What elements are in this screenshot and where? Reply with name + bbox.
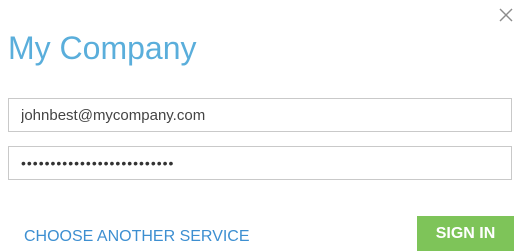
choose-another-service-link[interactable]: CHOOSE ANOTHER SERVICE xyxy=(24,227,250,247)
close-icon xyxy=(499,8,513,22)
password-field[interactable] xyxy=(8,146,512,180)
sign-in-button[interactable]: SIGN IN xyxy=(417,216,514,251)
dialog-title: My Company xyxy=(8,30,197,66)
login-dialog: My Company CHOOSE ANOTHER SERVICE SIGN I… xyxy=(0,0,525,251)
close-button[interactable] xyxy=(495,4,517,26)
email-field[interactable] xyxy=(8,98,512,132)
